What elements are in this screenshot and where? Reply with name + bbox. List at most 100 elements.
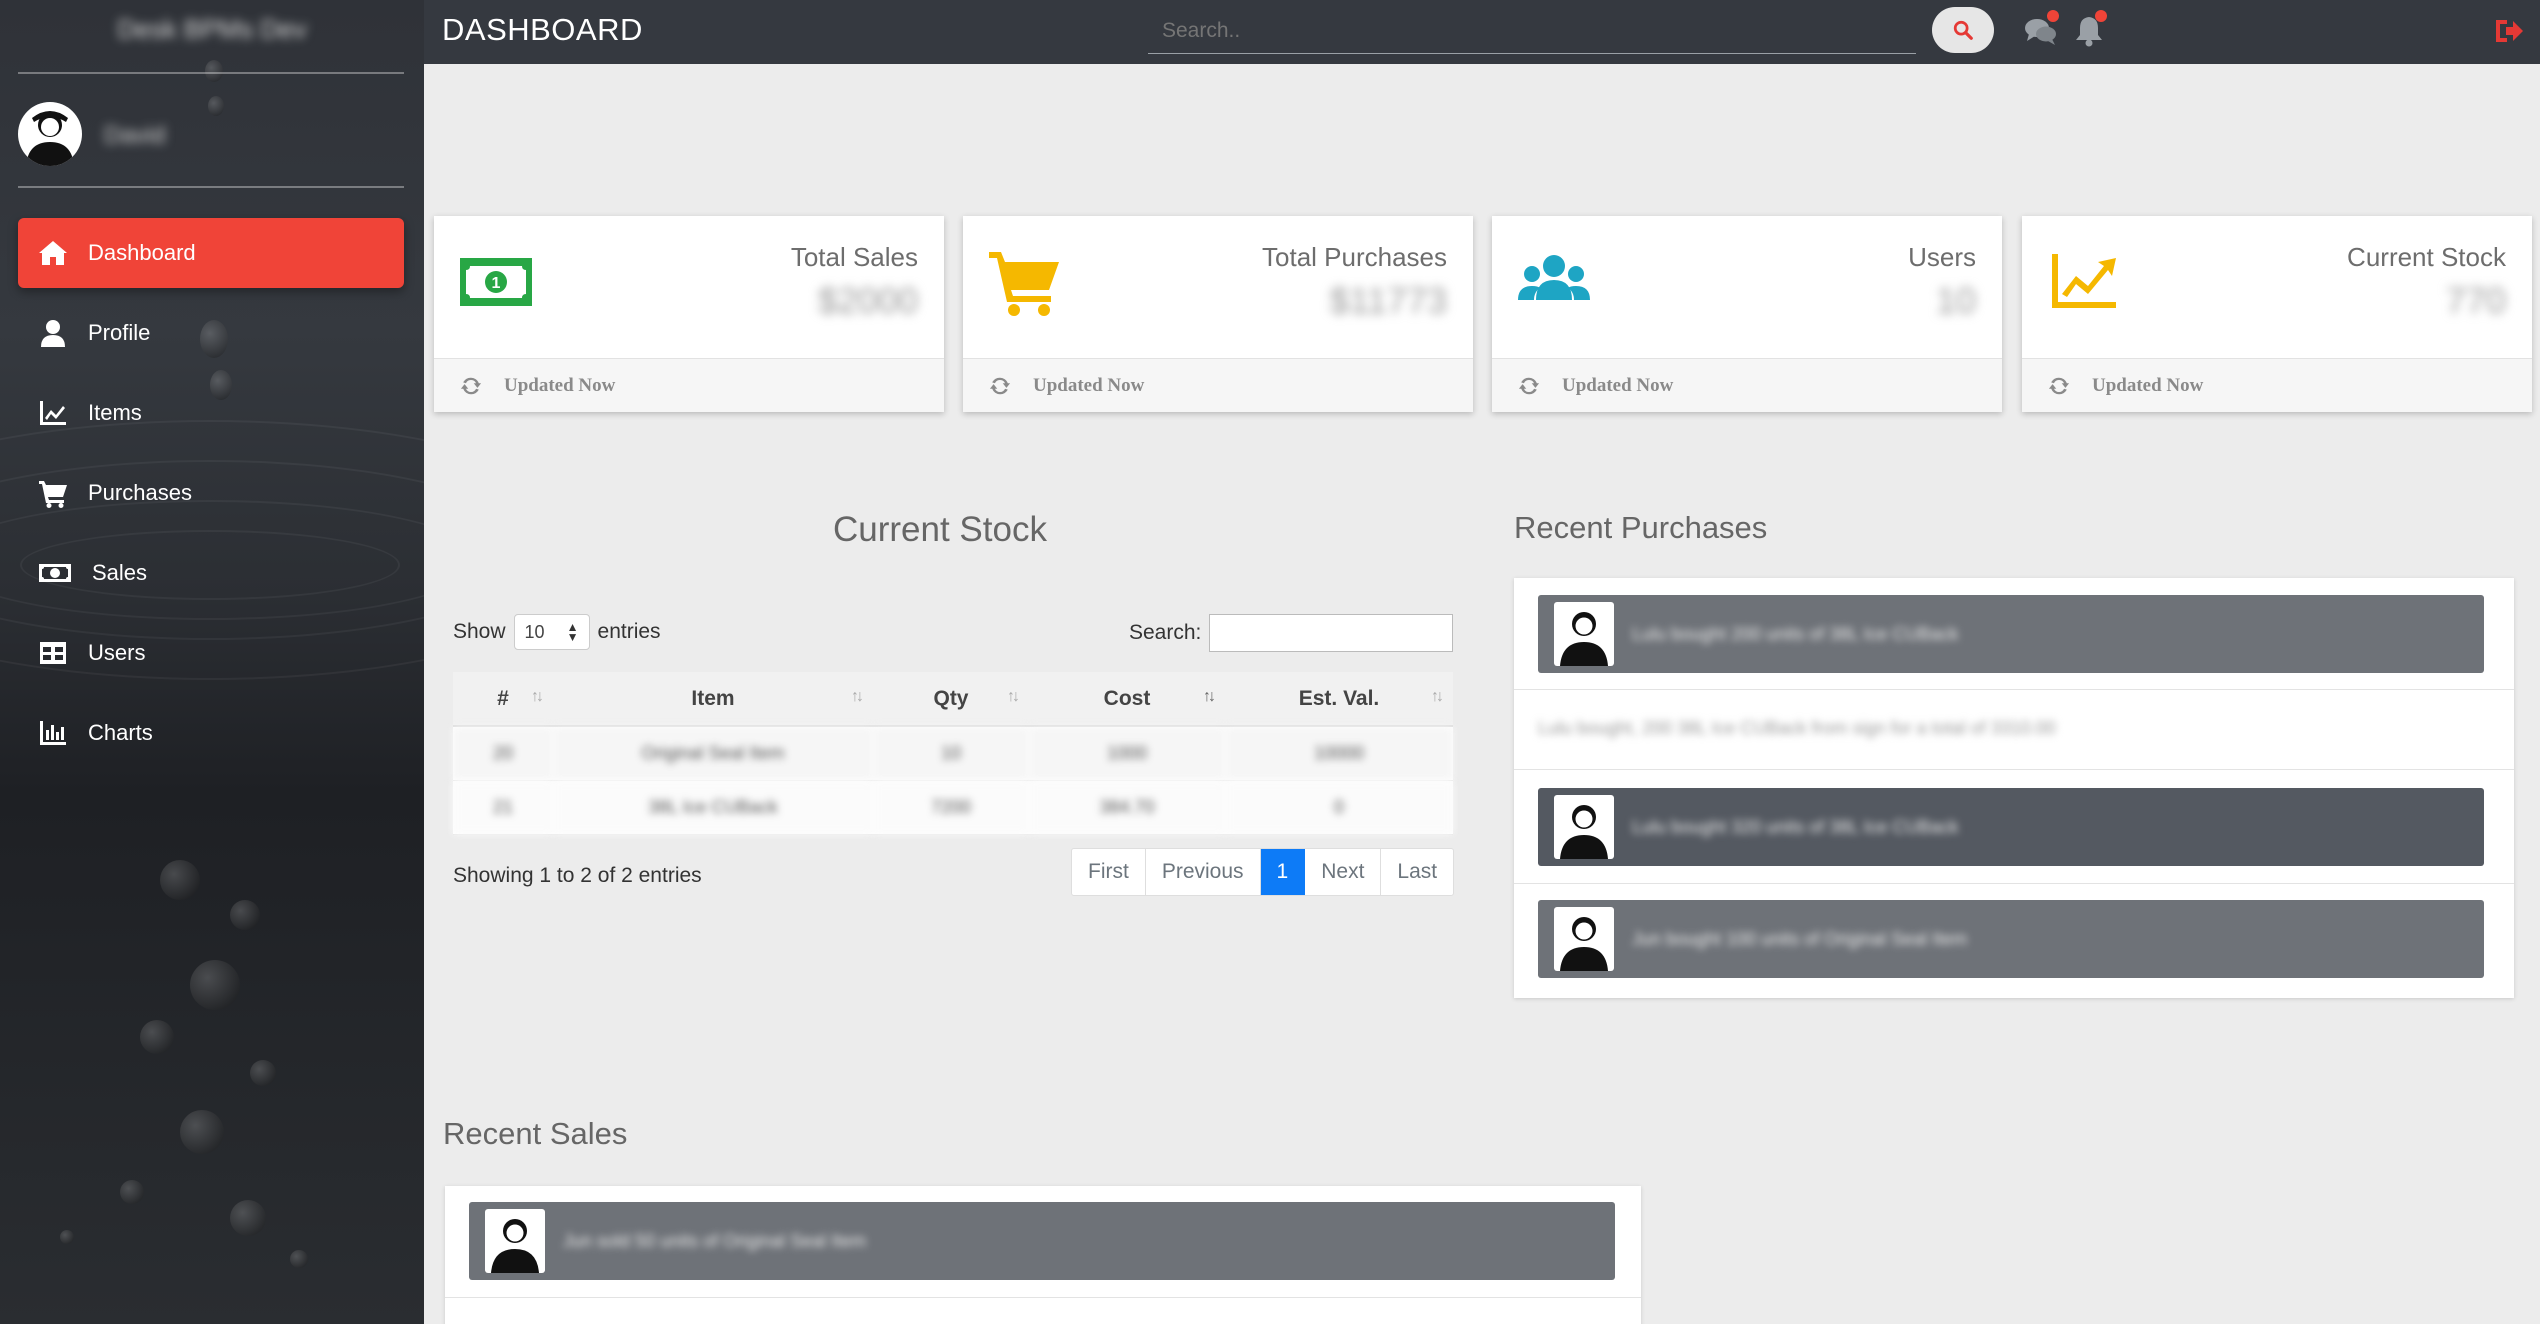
user-avatar-icon — [1560, 805, 1608, 859]
search-icon — [1953, 20, 1973, 40]
card-label: Users — [1908, 242, 1976, 272]
card-footer-text: Updated Now — [504, 374, 616, 396]
water-bubble — [250, 1060, 276, 1086]
water-bubble — [190, 960, 240, 1010]
list-item: Jun bought 100 units of Original Seal It… — [1514, 884, 2514, 996]
list-item: Lulu bought 320 units of 38L Ice CUBack — [1514, 770, 2514, 884]
list-item: Lulu bought, 200 38L Ice CUBack from sig… — [1514, 690, 2514, 770]
page-length-select[interactable]: 10 ▲ ▼ — [513, 614, 590, 650]
messages-button[interactable] — [2024, 10, 2059, 48]
recent-purchases-panel: Lulu bought 200 units of 38L Ice CUBack … — [1514, 578, 2514, 998]
sort-icon: ↑↓ — [1203, 688, 1216, 705]
notification-dot — [2047, 10, 2059, 22]
brand-title: Desk BPMs Dev — [117, 14, 307, 44]
pagination-page-1[interactable]: 1 — [1260, 849, 1306, 895]
user-avatar-icon — [491, 1219, 539, 1273]
column-header-qty[interactable]: Qty ↑↓ — [873, 672, 1029, 727]
card-footer: Updated Now — [434, 358, 944, 412]
home-icon — [39, 241, 67, 265]
sidebar-item-users[interactable]: Users — [18, 618, 404, 688]
card-value: $2000 — [817, 280, 918, 321]
user-avatar-icon — [26, 111, 74, 166]
table-row[interactable]: 21 38L Ice CUBack 7200 384.70 0 — [453, 780, 1453, 835]
table-search: Search: — [1129, 614, 1454, 652]
purchase-entry[interactable]: Lulu bought 200 units of 38L Ice CUBack — [1538, 595, 2484, 673]
stat-card-total-purchases[interactable]: Total Purchases $11773 Updated Now — [963, 216, 1473, 412]
purchase-entry[interactable]: Jun bought 100 units of Original Seal It… — [1538, 900, 2484, 978]
sidebar-item-purchases[interactable]: Purchases — [18, 458, 404, 528]
user-avatar-icon — [1560, 612, 1608, 666]
pagination-next[interactable]: Next — [1305, 849, 1382, 895]
entries-label: entries — [597, 620, 661, 643]
card-footer-text: Updated Now — [1033, 374, 1145, 396]
card-label: Current Stock — [2347, 242, 2506, 272]
sidebar-item-dashboard[interactable]: Dashboard — [18, 218, 404, 288]
notifications-button[interactable] — [2072, 10, 2107, 48]
recent-sales-panel: Jun sold 50 units of Original Seal Item — [445, 1186, 1641, 1324]
chart-line-icon — [40, 401, 66, 425]
avatar — [1554, 907, 1614, 971]
sidebar-item-charts[interactable]: Charts — [18, 698, 404, 768]
list-item: Lulu bought 200 units of 38L Ice CUBack — [1514, 578, 2514, 690]
notification-dot — [2095, 10, 2107, 22]
table-search-label: Search: — [1129, 621, 1202, 644]
sort-icon: ↑↓ — [1007, 688, 1020, 705]
column-header-item[interactable]: Item ↑↓ — [553, 672, 873, 727]
sidebar-item-label: Charts — [88, 720, 153, 745]
search-button[interactable] — [1932, 7, 1994, 53]
recent-sales-title: Recent Sales — [443, 1116, 628, 1151]
sidebar-item-items[interactable]: Items — [18, 378, 404, 448]
sort-icon: ↑↓ — [851, 688, 864, 705]
column-header-est-val[interactable]: Est. Val. ↑↓ — [1225, 672, 1453, 727]
table-icon — [40, 642, 66, 664]
sale-entry-text: Jun sold 50 units of Original Seal Item — [563, 1230, 867, 1251]
user-avatar-icon — [1560, 917, 1608, 971]
refresh-icon — [1518, 377, 1540, 394]
search-input[interactable] — [1148, 14, 1908, 48]
cart-icon — [989, 252, 1059, 316]
list-item: Jun sold 50 units of Original Seal Item — [445, 1186, 1641, 1298]
money-icon — [39, 564, 71, 582]
stat-card-total-sales[interactable]: 1 Total Sales $2000 Updated Now — [434, 216, 944, 412]
sort-icon: ↑↓ — [531, 688, 544, 705]
sort-icon: ↑↓ — [1431, 688, 1444, 705]
avatar — [485, 1209, 545, 1273]
logout-button[interactable] — [2492, 14, 2526, 48]
pagination-last[interactable]: Last — [1381, 849, 1453, 895]
user-icon — [41, 320, 65, 347]
select-arrows-icon: ▲ ▼ — [566, 620, 579, 644]
card-value: 10 — [1935, 280, 1976, 321]
card-footer: Updated Now — [2022, 358, 2532, 412]
avatar[interactable] — [18, 102, 82, 166]
stat-card-users[interactable]: Users 10 Updated Now — [1492, 216, 2002, 412]
sidebar-item-label: Profile — [88, 320, 151, 345]
pagination-previous[interactable]: Previous — [1146, 849, 1261, 895]
sidebar-divider — [18, 72, 404, 74]
table-row[interactable]: 20 Original Seal Item 10 1000 10000 — [453, 726, 1453, 781]
sidebar-item-profile[interactable]: Profile — [18, 298, 404, 368]
sale-entry[interactable]: Jun sold 50 units of Original Seal Item — [469, 1202, 1615, 1280]
sidebar-nav: Dashboard Profile Items Purchases Sales … — [18, 218, 404, 778]
column-header-cost[interactable]: Cost ↑↓ — [1029, 672, 1225, 727]
current-stock-title: Current Stock — [833, 510, 1047, 549]
page-length-control: Show 10 ▲ ▼ entries — [453, 614, 661, 650]
pagination-first[interactable]: First — [1072, 849, 1146, 895]
table-info: Showing 1 to 2 of 2 entries — [453, 864, 702, 887]
purchase-entry[interactable]: Lulu bought 320 units of 38L Ice CUBack — [1538, 788, 2484, 866]
column-header-number[interactable]: # ↑↓ — [453, 672, 553, 727]
page-length-value: 10 — [524, 621, 545, 642]
stat-card-current-stock[interactable]: Current Stock 770 Updated Now — [2022, 216, 2532, 412]
water-bubble — [205, 60, 223, 82]
users-icon — [1518, 255, 1590, 300]
water-bubble — [230, 1200, 266, 1236]
table-search-input[interactable] — [1209, 614, 1454, 652]
refresh-icon — [460, 377, 482, 394]
card-footer-text: Updated Now — [1562, 374, 1674, 396]
show-label: Show — [453, 620, 506, 643]
water-bubble — [208, 96, 224, 116]
sidebar-item-sales[interactable]: Sales — [18, 538, 404, 608]
card-footer: Updated Now — [963, 358, 1473, 412]
purchase-entry-text: Lulu bought, 200 38L Ice CUBack from sig… — [1538, 718, 2056, 738]
avatar — [1554, 795, 1614, 859]
sidebar-item-label: Users — [88, 640, 146, 665]
